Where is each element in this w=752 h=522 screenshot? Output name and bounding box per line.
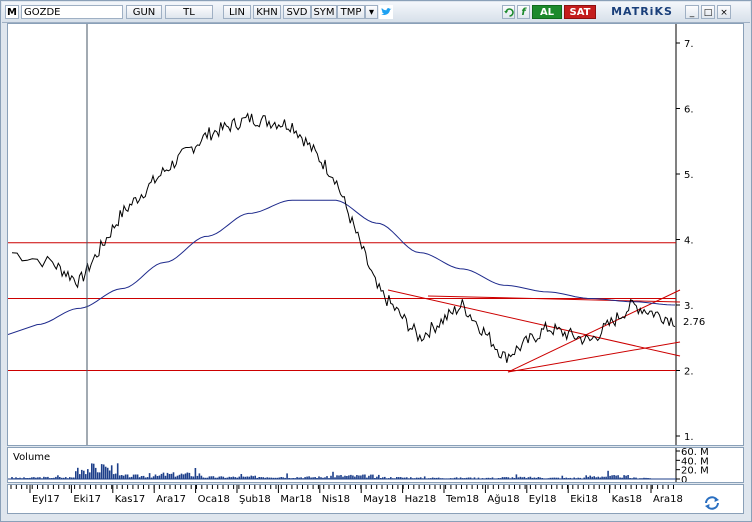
svg-text:2.76: 2.76 bbox=[683, 317, 705, 328]
sym-button[interactable]: SYM bbox=[311, 5, 337, 19]
price-tick-label: 7. bbox=[684, 39, 694, 50]
sync-icon[interactable] bbox=[702, 495, 722, 511]
time-label: Eki18 bbox=[570, 494, 598, 505]
time-label: Mar18 bbox=[280, 494, 312, 505]
price-line bbox=[11, 112, 676, 363]
time-axis: Eyl17 Eki17 Kas17 Ara17 Oca18 Şub18 Mar18 Nis18… bbox=[10, 485, 683, 505]
time-label: Kas18 bbox=[612, 494, 642, 505]
volume-axis: 60. M40. M20. M0 bbox=[675, 448, 709, 482]
time-label: Kas17 bbox=[115, 494, 145, 505]
support-resistance-lines bbox=[8, 242, 676, 371]
price-tick-label: 2. bbox=[684, 367, 694, 378]
time-label: Ara18 bbox=[653, 494, 683, 505]
volume-chart[interactable]: Volume 60. M40. M20. M0 bbox=[8, 448, 743, 482]
price-panel[interactable]: 7. 6. 5. 4. 3. 2. 1. 2.76 bbox=[7, 23, 744, 446]
price-tick-label: 4. bbox=[684, 236, 694, 247]
time-label: Nis18 bbox=[322, 494, 350, 505]
volume-bars bbox=[8, 463, 676, 480]
sell-button[interactable]: SAT bbox=[564, 5, 596, 19]
twitter-icon[interactable] bbox=[379, 5, 393, 19]
volume-label: Volume bbox=[13, 452, 50, 463]
dropdown-arrow-icon[interactable]: ▾ bbox=[365, 5, 378, 19]
price-tick-label: 6. bbox=[684, 105, 694, 116]
time-label: May18 bbox=[363, 494, 396, 505]
trend-line bbox=[507, 341, 681, 373]
price-tick-label: 3. bbox=[684, 301, 694, 312]
tmp-button[interactable]: TMP bbox=[337, 5, 365, 19]
trend-line bbox=[427, 295, 681, 303]
refresh-icon[interactable] bbox=[502, 5, 515, 19]
time-label: Haz18 bbox=[405, 494, 437, 505]
period-button[interactable]: GUN bbox=[126, 5, 162, 19]
trend-line bbox=[507, 289, 681, 373]
volume-panel[interactable]: Volume 60. M 40. M 20. M0 bbox=[7, 447, 744, 483]
moving-average-line bbox=[8, 199, 676, 335]
scale-button[interactable]: LIN bbox=[223, 5, 251, 19]
time-label: Eyl17 bbox=[32, 494, 60, 505]
last-price-label: 2.76 bbox=[683, 317, 705, 328]
time-label: Ara17 bbox=[156, 494, 186, 505]
formula-icon[interactable]: f bbox=[517, 5, 530, 19]
price-axis: 7. 6. 5. 4. 3. 2. 1. bbox=[675, 24, 694, 445]
khn-button[interactable]: KHN bbox=[253, 5, 281, 19]
time-label: Ağu18 bbox=[487, 493, 519, 505]
time-label: Eki17 bbox=[73, 494, 101, 505]
brand-logo: MATRiKS bbox=[611, 5, 673, 18]
currency-button[interactable]: TL bbox=[165, 5, 213, 19]
time-axis-panel[interactable]: Eyl17 Eki17 Kas17 Ara17 Oca18 Şub18 Mar18 Nis18… bbox=[7, 484, 744, 514]
price-tick-label: 1. bbox=[684, 432, 694, 443]
time-label: Eyl18 bbox=[529, 494, 557, 505]
time-label: Tem18 bbox=[445, 494, 479, 505]
price-tick-label: 5. bbox=[684, 170, 694, 181]
maximize-icon[interactable]: □ bbox=[701, 5, 715, 19]
toolbar: M GOZDE GUN TL LIN KHN SVD SYM TMP ▾ f A… bbox=[2, 2, 750, 23]
svd-button[interactable]: SVD bbox=[283, 5, 311, 19]
minimize-icon[interactable]: _ bbox=[685, 5, 699, 19]
time-label: Şub18 bbox=[239, 494, 271, 505]
buy-button[interactable]: AL bbox=[532, 5, 562, 19]
close-icon[interactable]: × bbox=[717, 5, 731, 19]
matriks-logo-icon: M bbox=[5, 5, 19, 19]
time-label: Oca18 bbox=[198, 494, 230, 505]
price-chart[interactable]: 7. 6. 5. 4. 3. 2. 1. 2.76 bbox=[8, 24, 743, 445]
volume-tick-label: 0 bbox=[681, 475, 687, 482]
chart-window: M GOZDE GUN TL LIN KHN SVD SYM TMP ▾ f A… bbox=[0, 0, 752, 522]
symbol-input[interactable]: GOZDE bbox=[21, 5, 123, 19]
